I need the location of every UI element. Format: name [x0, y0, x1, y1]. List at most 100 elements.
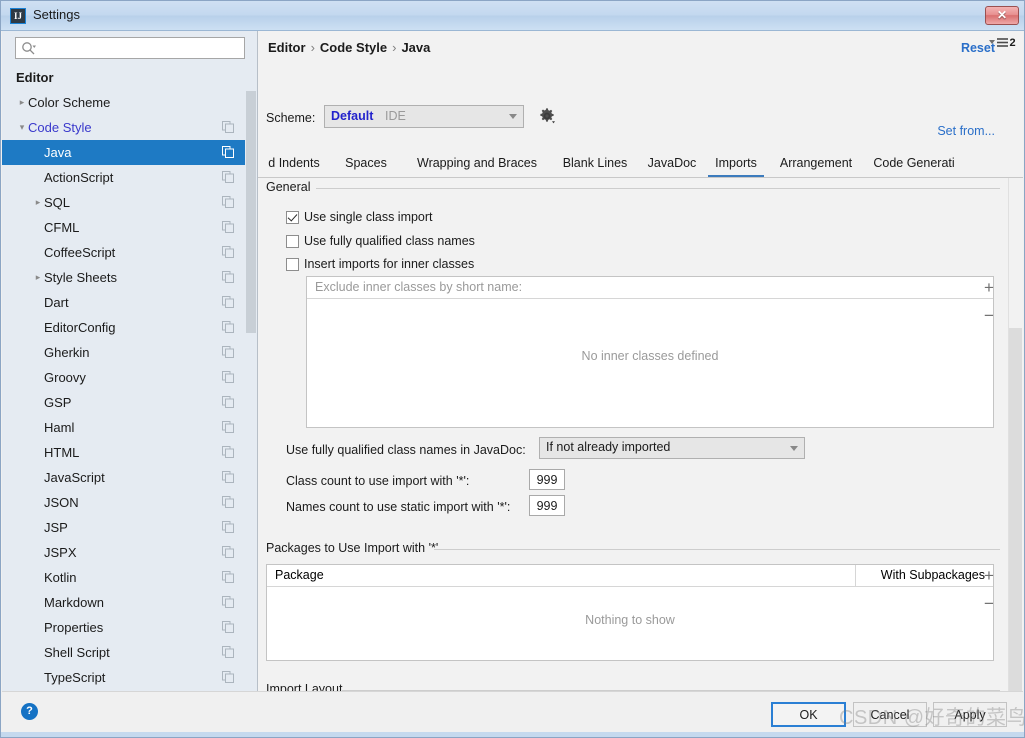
class-count-input[interactable]: [529, 469, 565, 490]
copy-icon[interactable]: [222, 421, 234, 433]
tab-overflow-icon[interactable]: 2: [987, 34, 1017, 52]
sidebar-item-jsp[interactable]: JSP: [2, 515, 246, 540]
set-from-link[interactable]: Set from...: [937, 124, 995, 138]
copy-icon[interactable]: [222, 571, 234, 583]
search-box[interactable]: [15, 37, 245, 59]
sidebar-item-markdown[interactable]: Markdown: [2, 590, 246, 615]
tab-arrangement[interactable]: Arrangement: [771, 151, 861, 177]
tab-wrapping-and-braces[interactable]: Wrapping and Braces: [402, 151, 552, 177]
tab-spaces[interactable]: Spaces: [338, 151, 394, 177]
sidebar-item-properties[interactable]: Properties: [2, 615, 246, 640]
copy-icon[interactable]: [222, 171, 234, 183]
sidebar-item-groovy[interactable]: Groovy: [2, 365, 246, 390]
sidebar-item-color-scheme[interactable]: ▸ Color Scheme: [2, 90, 246, 115]
tab-imports[interactable]: Imports: [708, 151, 764, 177]
add-inner-class-button[interactable]: +: [978, 278, 1000, 300]
copy-icon[interactable]: [222, 271, 234, 283]
sidebar-item-style-sheets[interactable]: ▸ Style Sheets: [2, 265, 246, 290]
copy-icon[interactable]: [222, 121, 234, 133]
copy-icon[interactable]: [222, 671, 234, 683]
copy-icon[interactable]: [222, 196, 234, 208]
sidebar-item-actionscript[interactable]: ActionScript: [2, 165, 246, 190]
sidebar-item-label: JSON: [44, 495, 79, 510]
title-bar: IJ Settings ✕: [1, 1, 1024, 31]
copy-icon[interactable]: [222, 446, 234, 458]
sidebar-item-sql[interactable]: ▸ SQL: [2, 190, 246, 215]
remove-inner-class-button[interactable]: −: [978, 306, 1000, 328]
sidebar-item-code-style[interactable]: ▾ Code Style: [2, 115, 246, 140]
sidebar-item-typescript[interactable]: TypeScript: [2, 665, 246, 690]
detail-scrollbar-thumb[interactable]: [1009, 328, 1022, 693]
tab-blank-lines[interactable]: Blank Lines: [556, 151, 634, 177]
copy-icon[interactable]: [222, 371, 234, 383]
sidebar-item-dart[interactable]: Dart: [2, 290, 246, 315]
sidebar-item-html[interactable]: HTML: [2, 440, 246, 465]
packages-table[interactable]: Package With Subpackages Nothing to show: [266, 564, 994, 661]
copy-icon[interactable]: [222, 621, 234, 633]
copy-icon[interactable]: [222, 396, 234, 408]
copy-icon[interactable]: [222, 221, 234, 233]
remove-package-button[interactable]: −: [978, 594, 1000, 616]
tab-d-indents[interactable]: d Indents: [258, 151, 330, 177]
sidebar-item-kotlin[interactable]: Kotlin: [2, 565, 246, 590]
breadcrumb-java[interactable]: Java: [401, 40, 430, 55]
settings-tree[interactable]: Editor ▸ Color Scheme ▾ Code Style Java Action…: [2, 65, 246, 691]
tree-scrollbar-track[interactable]: [245, 65, 257, 691]
sidebar-item-gherkin[interactable]: Gherkin: [2, 340, 246, 365]
sidebar-item-label: JSPX: [44, 545, 77, 560]
apply-button[interactable]: Apply: [933, 702, 1007, 727]
search-input[interactable]: [40, 40, 242, 59]
copy-icon[interactable]: [222, 646, 234, 658]
column-header-package[interactable]: Package: [275, 568, 324, 582]
copy-icon[interactable]: [222, 496, 234, 508]
sidebar-item-shell-script[interactable]: Shell Script: [2, 640, 246, 665]
sidebar-item-jspx[interactable]: JSPX: [2, 540, 246, 565]
help-icon[interactable]: ?: [21, 703, 38, 720]
inner-classes-list-panel[interactable]: Exclude inner classes by short name: No …: [306, 276, 994, 428]
detail-scrollbar-track[interactable]: [1008, 178, 1023, 693]
sidebar-item-editorconfig[interactable]: EditorConfig: [2, 315, 246, 340]
tab-bar[interactable]: d Indents Spaces Wrapping and Braces Blank …: [258, 151, 1023, 178]
sidebar-item-javascript[interactable]: JavaScript: [2, 465, 246, 490]
copy-icon[interactable]: [222, 521, 234, 533]
chevron-right-icon[interactable]: ▸: [16, 90, 28, 115]
breadcrumb-editor[interactable]: Editor: [268, 40, 306, 55]
tab-code-generati[interactable]: Code Generati: [868, 151, 960, 177]
sidebar-item-cfml[interactable]: CFML: [2, 215, 246, 240]
sidebar-item-java[interactable]: Java: [2, 140, 246, 165]
checkbox-box: [286, 235, 299, 248]
scheme-dropdown[interactable]: Default IDE: [324, 105, 524, 128]
sidebar-item-editor[interactable]: Editor: [2, 65, 246, 90]
names-count-input[interactable]: [529, 495, 565, 516]
add-package-button[interactable]: +: [978, 566, 1000, 588]
copy-icon[interactable]: [222, 146, 234, 158]
sidebar-item-label: Markdown: [44, 595, 104, 610]
chevron-down-icon[interactable]: ▾: [16, 115, 28, 140]
copy-icon[interactable]: [222, 246, 234, 258]
general-group-divider: [316, 188, 1000, 189]
copy-icon[interactable]: [222, 346, 234, 358]
javadoc-fqn-dropdown[interactable]: If not already imported: [539, 437, 805, 459]
chevron-right-icon[interactable]: ▸: [32, 265, 44, 290]
window-title: Settings: [33, 7, 80, 22]
sidebar-item-json[interactable]: JSON: [2, 490, 246, 515]
cancel-button[interactable]: Cancel: [853, 702, 927, 727]
copy-icon[interactable]: [222, 296, 234, 308]
tree-scrollbar-thumb[interactable]: [246, 91, 256, 333]
close-icon[interactable]: ✕: [985, 6, 1019, 25]
packages-empty-text: Nothing to show: [585, 613, 675, 627]
copy-icon[interactable]: [222, 321, 234, 333]
ok-button[interactable]: OK: [771, 702, 846, 727]
gear-icon[interactable]: [538, 107, 556, 125]
column-header-with-subpackages[interactable]: With Subpackages: [881, 568, 985, 582]
sidebar-item-coffeescript[interactable]: CoffeeScript: [2, 240, 246, 265]
breadcrumb-code-style[interactable]: Code Style: [320, 40, 387, 55]
tab-javadoc[interactable]: JavaDoc: [641, 151, 703, 177]
sidebar-item-gsp[interactable]: GSP: [2, 390, 246, 415]
copy-icon[interactable]: [222, 546, 234, 558]
chevron-right-icon[interactable]: ▸: [32, 190, 44, 215]
checkbox-box: [286, 211, 299, 224]
copy-icon[interactable]: [222, 471, 234, 483]
sidebar-item-haml[interactable]: Haml: [2, 415, 246, 440]
copy-icon[interactable]: [222, 596, 234, 608]
